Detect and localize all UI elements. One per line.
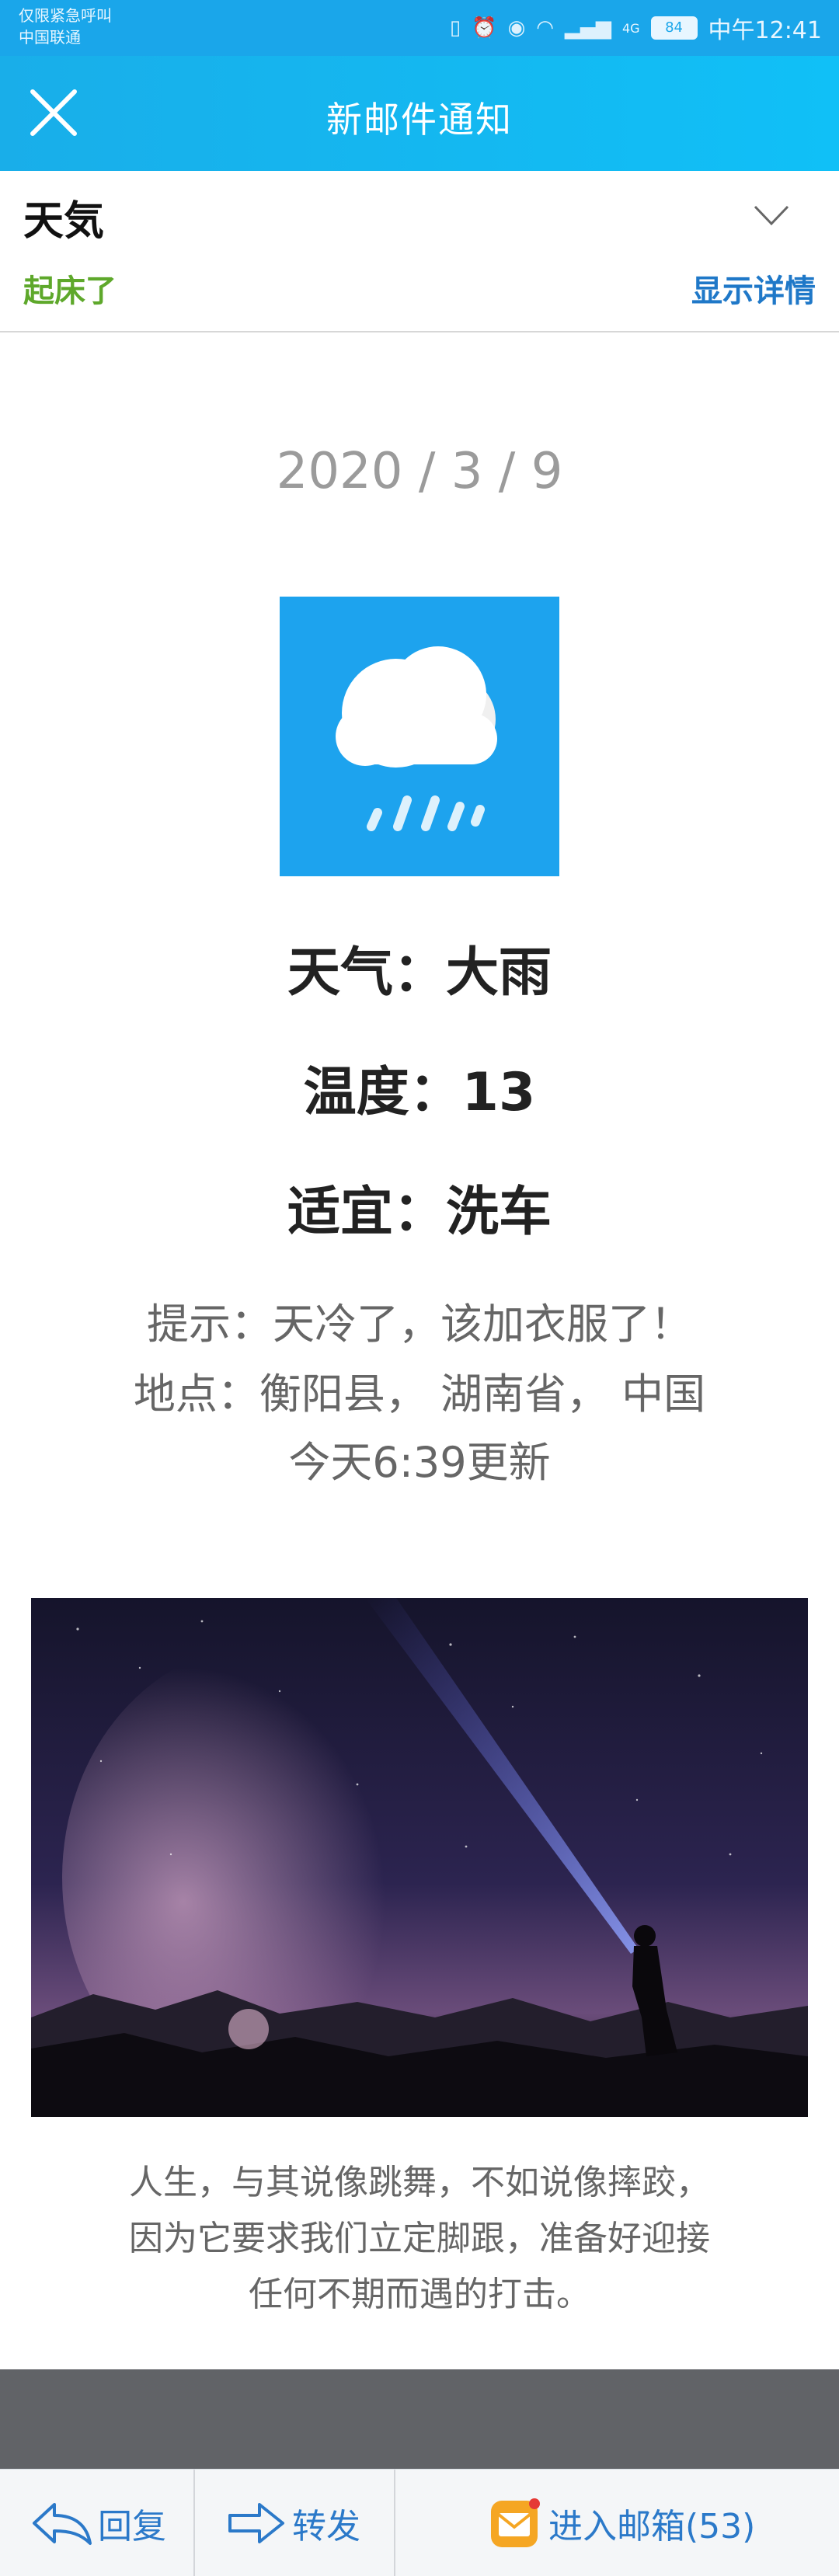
battery-level: 84 (665, 19, 683, 36)
divider (394, 2470, 395, 2576)
mail-header: 天気 起床了 显示详情 (0, 171, 839, 332)
vibrate-icon: ▯ (449, 16, 461, 40)
alarm-icon: ⏰ (472, 16, 497, 40)
updated-time: 今天6:39更新 (288, 1438, 551, 1487)
night-sky-photo (31, 1598, 808, 2117)
suitable-activity: 适宜：洗车 (287, 1182, 552, 1243)
location-text: 地点：衡阳县， 湖南省， 中国 (133, 1370, 706, 1419)
signal-icon: ▂▄▆ (564, 16, 611, 40)
weather-icon-tile (280, 597, 559, 876)
battery-icon: 84 (650, 16, 698, 40)
eye-comfort-icon: ◉ (507, 16, 526, 40)
title-bar: 新邮件通知 (0, 56, 839, 171)
weather-condition: 天气：大雨 (287, 942, 552, 1004)
bottom-action-bar: 回复 转发 进入邮箱(53) (0, 2469, 839, 2576)
forward-label: 转发 (292, 2506, 360, 2546)
emergency-calls-text: 仅限紧急呼叫 (19, 6, 112, 25)
reply-arrow-icon (33, 2502, 92, 2545)
clock: 中午12:41 (708, 17, 822, 44)
reply-label: 回复 (98, 2506, 166, 2546)
forward-button[interactable]: 转发 (225, 2470, 381, 2576)
quote-line: 人生，与其说像跳舞，不如说像摔跤， (129, 2163, 710, 2202)
mail-subject: 天気 (23, 198, 105, 245)
carrier-info: 仅限紧急呼叫 中国联通 (19, 5, 112, 48)
show-details-link[interactable]: 显示详情 (691, 266, 816, 311)
divider (193, 2470, 195, 2576)
quote-line: 任何不期而遇的打击。 (249, 2275, 590, 2314)
quote-line: 因为它要求我们立定脚跟，准备好迎接 (129, 2219, 710, 2258)
temperature: 温度：13 (303, 1062, 536, 1123)
open-mailbox-button[interactable]: 进入邮箱(53) (489, 2470, 816, 2576)
network-type: 4G (621, 20, 640, 36)
open-mailbox-label: 进入邮箱(53) (548, 2506, 756, 2546)
status-bar: 仅限紧急呼叫 中国联通 ▯ ⏰ ◉ ◠ ▂▄▆ 4G 84 中午12:41 (0, 0, 839, 56)
quote-block: 人生，与其说像跳舞，不如说像摔跤， 因为它要求我们立定脚跟，准备好迎接 任何不期… (62, 2155, 777, 2323)
weather-date: 2020 / 3 / 9 (276, 443, 563, 500)
expand-button[interactable] (752, 202, 791, 228)
tip-text: 提示：天冷了，该加衣服了！ (147, 1300, 692, 1349)
mail-app-icon (489, 2498, 541, 2549)
carrier-name: 中国联通 (19, 28, 81, 47)
mail-sender: 起床了 (23, 273, 117, 309)
reply-button[interactable]: 回复 (31, 2470, 186, 2576)
footer-band (0, 2369, 839, 2469)
envelope-icon (491, 2498, 540, 2547)
night-sky-image (31, 1598, 808, 2117)
page-title: 新邮件通知 (326, 99, 513, 141)
forward-arrow-icon (228, 2502, 284, 2543)
status-icons: ▯ ⏰ ◉ ◠ ▂▄▆ 4G 84 中午12:41 (450, 9, 822, 47)
heavy-rain-icon (336, 646, 497, 831)
wifi-icon: ◠ (536, 16, 554, 40)
chevron-down-icon (754, 205, 789, 226)
